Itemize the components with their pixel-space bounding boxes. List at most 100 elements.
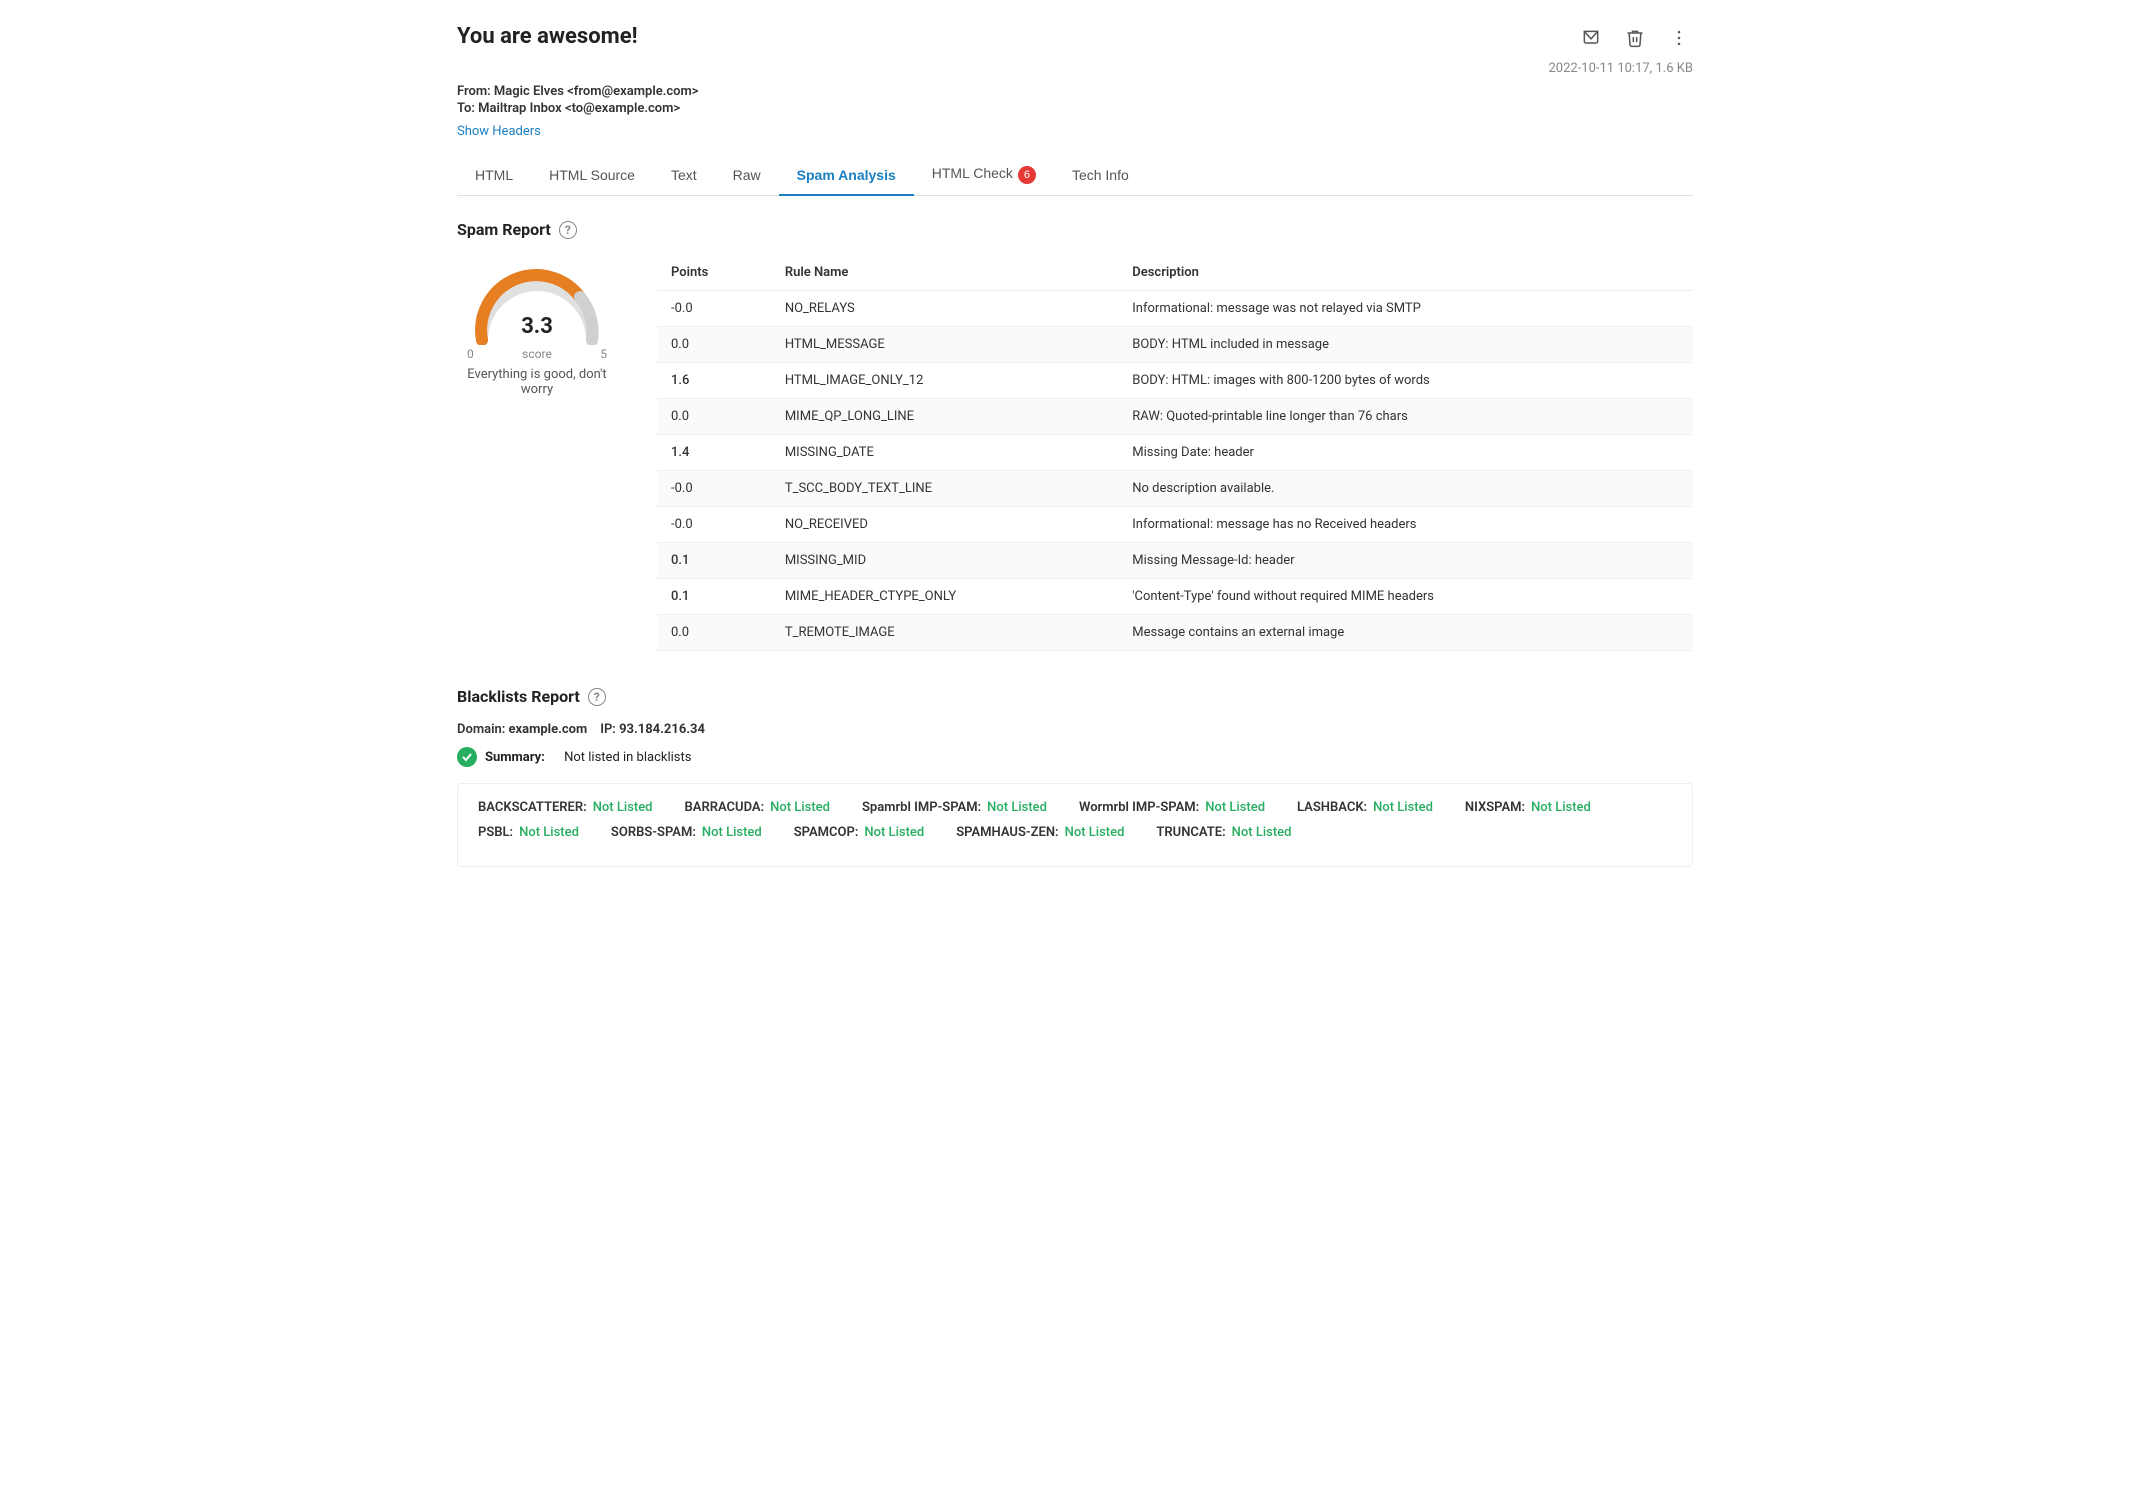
summary-line: Summary: Not listed in blacklists xyxy=(457,747,1693,767)
tab-html-source[interactable]: HTML Source xyxy=(531,155,653,196)
list-item: Spamrbl IMP-SPAM: Not Listed xyxy=(862,800,1047,815)
list-item: LASHBACK: Not Listed xyxy=(1297,800,1433,815)
list-item: BARRACUDA:Not Listed xyxy=(685,800,830,815)
check-circle-icon xyxy=(457,747,477,767)
spam-report-section: Spam Report ? 3.3 0 score xyxy=(457,220,1693,651)
list-item: BACKSCATTERER: Not Listed xyxy=(478,800,653,815)
blacklist-label: PSBL: xyxy=(478,825,513,840)
to-line: To: Mailtrap Inbox <to@example.com> xyxy=(457,101,1693,116)
spam-report-title: Spam Report xyxy=(457,220,551,239)
table-row: 1.4MISSING_DATEMissing Date: header xyxy=(657,435,1693,471)
cell-rule: NO_RELAYS xyxy=(771,291,1118,327)
list-item: TRUNCATE: Not Listed xyxy=(1156,825,1291,840)
blacklist-value: Not Listed xyxy=(1065,825,1125,840)
tab-html[interactable]: HTML xyxy=(457,155,531,196)
cell-desc: 'Content-Type' found without required MI… xyxy=(1118,579,1693,615)
list-item: PSBL:Not Listed xyxy=(478,825,579,840)
blacklist-label: TRUNCATE: xyxy=(1156,825,1225,840)
cell-desc: Missing Date: header xyxy=(1118,435,1693,471)
cell-rule: HTML_IMAGE_ONLY_12 xyxy=(771,363,1118,399)
cell-rule: MIME_HEADER_CTYPE_ONLY xyxy=(771,579,1118,615)
cell-rule: NO_RECEIVED xyxy=(771,507,1118,543)
cell-points: 0.0 xyxy=(657,327,771,363)
list-item: Wormrbl IMP-SPAM: Not Listed xyxy=(1079,800,1265,815)
cell-points: -0.0 xyxy=(657,507,771,543)
cell-points: -0.0 xyxy=(657,291,771,327)
list-item: SORBS-SPAM:Not Listed xyxy=(611,825,762,840)
blacklist-label: BACKSCATTERER: xyxy=(478,800,587,815)
table-row: 0.0HTML_MESSAGEBODY: HTML included in me… xyxy=(657,327,1693,363)
tab-html-check[interactable]: HTML Check6 xyxy=(914,155,1054,196)
blacklist-label: SPAMHAUS-ZEN: xyxy=(956,825,1058,840)
blacklists-section: Blacklists Report ? Domain: example.com … xyxy=(457,687,1693,867)
table-row: -0.0NO_RELAYSInformational: message was … xyxy=(657,291,1693,327)
cell-points: 0.0 xyxy=(657,399,771,435)
forward-button[interactable] xyxy=(1577,24,1605,57)
col-rule: Rule Name xyxy=(771,255,1118,291)
email-title: You are awesome! xyxy=(457,24,638,49)
from-line: From: Magic Elves <from@example.com> xyxy=(457,84,1693,99)
blacklist-label: Spamrbl IMP-SPAM: xyxy=(862,800,981,815)
domain-ip-line: Domain: example.com IP: 93.184.216.34 xyxy=(457,722,1693,737)
more-button[interactable] xyxy=(1665,24,1693,57)
cell-rule: MIME_QP_LONG_LINE xyxy=(771,399,1118,435)
spam-report-help-icon[interactable]: ? xyxy=(559,221,577,239)
gauge-score-label: score xyxy=(522,347,552,361)
blacklist-value: Not Listed xyxy=(1232,825,1292,840)
list-item: NIXSPAM: Not Listed xyxy=(1465,800,1591,815)
list-item: SPAMCOP: Not Listed xyxy=(794,825,924,840)
table-row: -0.0T_SCC_BODY_TEXT_LINENo description a… xyxy=(657,471,1693,507)
cell-desc: Missing Message-Id: header xyxy=(1118,543,1693,579)
cell-desc: Informational: message was not relayed v… xyxy=(1118,291,1693,327)
blacklist-label: BARRACUDA: xyxy=(685,800,765,815)
blacklist-label: NIXSPAM: xyxy=(1465,800,1525,815)
blacklists-help-icon[interactable]: ? xyxy=(588,688,606,706)
cell-points: 1.6 xyxy=(657,363,771,399)
blacklist-label: SPAMCOP: xyxy=(794,825,859,840)
tabs-bar: HTML HTML Source Text Raw Spam Analysis … xyxy=(457,155,1693,196)
table-row: 0.1MISSING_MIDMissing Message-Id: header xyxy=(657,543,1693,579)
gauge-max: 5 xyxy=(600,347,607,361)
cell-points: 0.1 xyxy=(657,579,771,615)
show-headers-link[interactable]: Show Headers xyxy=(457,124,541,139)
cell-rule: MISSING_DATE xyxy=(771,435,1118,471)
blacklist-value: Not Listed xyxy=(987,800,1047,815)
blacklist-value: Not Listed xyxy=(1205,800,1265,815)
col-desc: Description xyxy=(1118,255,1693,291)
gauge-min: 0 xyxy=(467,347,474,361)
blacklist-grid: BACKSCATTERER:Not ListedBARRACUDA:Not Li… xyxy=(457,783,1693,867)
cell-desc: Message contains an external image xyxy=(1118,615,1693,651)
spam-gauge: 3.3 0 score 5 Everything is good, don't … xyxy=(457,255,617,397)
blacklist-label: Wormrbl IMP-SPAM: xyxy=(1079,800,1199,815)
tab-spam-analysis[interactable]: Spam Analysis xyxy=(779,155,914,196)
table-row: -0.0NO_RECEIVEDInformational: message ha… xyxy=(657,507,1693,543)
blacklist-value: Not Listed xyxy=(1373,800,1433,815)
blacklist-value: Not Listed xyxy=(864,825,924,840)
tab-raw[interactable]: Raw xyxy=(715,155,779,196)
table-row: 0.1MIME_HEADER_CTYPE_ONLY'Content-Type' … xyxy=(657,579,1693,615)
blacklist-value: Not Listed xyxy=(593,800,653,815)
cell-desc: BODY: HTML: images with 800-1200 bytes o… xyxy=(1118,363,1693,399)
blacklist-label: SORBS-SPAM: xyxy=(611,825,696,840)
blacklist-label: LASHBACK: xyxy=(1297,800,1367,815)
cell-rule: MISSING_MID xyxy=(771,543,1118,579)
cell-rule: T_REMOTE_IMAGE xyxy=(771,615,1118,651)
cell-points: -0.0 xyxy=(657,471,771,507)
tab-tech-info[interactable]: Tech Info xyxy=(1054,155,1147,196)
table-row: 0.0T_REMOTE_IMAGEMessage contains an ext… xyxy=(657,615,1693,651)
table-row: 1.6HTML_IMAGE_ONLY_12BODY: HTML: images … xyxy=(657,363,1693,399)
spam-table: Points Rule Name Description -0.0NO_RELA… xyxy=(657,255,1693,651)
tab-text[interactable]: Text xyxy=(653,155,715,196)
svg-text:3.3: 3.3 xyxy=(521,314,553,339)
cell-points: 1.4 xyxy=(657,435,771,471)
gauge-message: Everything is good, don't worry xyxy=(467,367,607,397)
email-date-size: 2022-10-11 10:17, 1.6 KB xyxy=(1548,61,1693,76)
delete-button[interactable] xyxy=(1621,24,1649,57)
blacklists-title: Blacklists Report xyxy=(457,687,580,706)
cell-desc: RAW: Quoted-printable line longer than 7… xyxy=(1118,399,1693,435)
table-row: 0.0MIME_QP_LONG_LINERAW: Quoted-printabl… xyxy=(657,399,1693,435)
cell-desc: BODY: HTML included in message xyxy=(1118,327,1693,363)
html-check-badge: 6 xyxy=(1018,166,1036,184)
blacklist-value: Not Listed xyxy=(1531,800,1591,815)
col-points: Points xyxy=(657,255,771,291)
